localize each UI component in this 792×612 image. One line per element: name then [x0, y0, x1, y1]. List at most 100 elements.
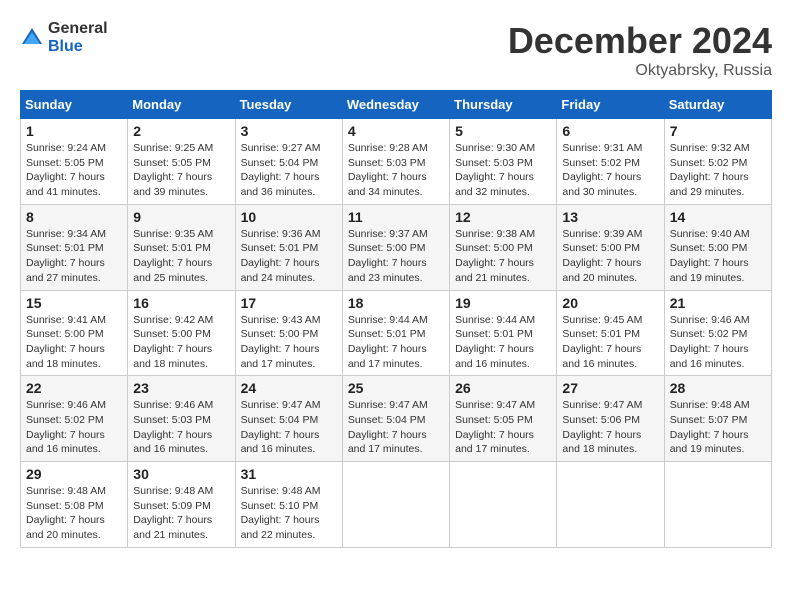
sunrise-label: Sunrise: 9:31 AM [562, 142, 642, 154]
calendar-cell [557, 462, 664, 548]
sunset-label: Sunset: 5:00 PM [26, 328, 104, 340]
day-number: 8 [26, 209, 122, 225]
sunset-label: Sunset: 5:02 PM [562, 157, 640, 169]
sunset-label: Sunset: 5:03 PM [348, 157, 426, 169]
calendar-cell [664, 462, 771, 548]
day-info: Sunrise: 9:44 AM Sunset: 5:01 PM Dayligh… [455, 313, 551, 372]
daylight-label: Daylight: 7 hours [133, 343, 212, 355]
calendar-cell: 11 Sunrise: 9:37 AM Sunset: 5:00 PM Dayl… [342, 204, 449, 290]
sunrise-label: Sunrise: 9:30 AM [455, 142, 535, 154]
daylight-minutes: and 16 minutes. [133, 443, 208, 455]
col-sunday: Sunday [21, 91, 128, 119]
sunrise-label: Sunrise: 9:25 AM [133, 142, 213, 154]
daylight-minutes: and 21 minutes. [455, 272, 530, 284]
calendar-cell: 4 Sunrise: 9:28 AM Sunset: 5:03 PM Dayli… [342, 119, 449, 205]
daylight-label: Daylight: 7 hours [241, 514, 320, 526]
calendar-week-row: 1 Sunrise: 9:24 AM Sunset: 5:05 PM Dayli… [21, 119, 772, 205]
daylight-minutes: and 30 minutes. [562, 186, 637, 198]
calendar-cell: 23 Sunrise: 9:46 AM Sunset: 5:03 PM Dayl… [128, 376, 235, 462]
sunset-label: Sunset: 5:04 PM [241, 414, 319, 426]
sunrise-label: Sunrise: 9:46 AM [26, 399, 106, 411]
daylight-minutes: and 27 minutes. [26, 272, 101, 284]
sunset-label: Sunset: 5:00 PM [562, 242, 640, 254]
sunrise-label: Sunrise: 9:38 AM [455, 228, 535, 240]
month-title: December 2024 [508, 20, 772, 62]
daylight-minutes: and 20 minutes. [562, 272, 637, 284]
day-number: 24 [241, 380, 337, 396]
daylight-label: Daylight: 7 hours [26, 429, 105, 441]
day-info: Sunrise: 9:24 AM Sunset: 5:05 PM Dayligh… [26, 141, 122, 200]
calendar-cell: 22 Sunrise: 9:46 AM Sunset: 5:02 PM Dayl… [21, 376, 128, 462]
day-info: Sunrise: 9:40 AM Sunset: 5:00 PM Dayligh… [670, 227, 766, 286]
sunrise-label: Sunrise: 9:47 AM [455, 399, 535, 411]
sunset-label: Sunset: 5:05 PM [133, 157, 211, 169]
calendar-cell: 8 Sunrise: 9:34 AM Sunset: 5:01 PM Dayli… [21, 204, 128, 290]
col-saturday: Saturday [664, 91, 771, 119]
calendar-cell: 1 Sunrise: 9:24 AM Sunset: 5:05 PM Dayli… [21, 119, 128, 205]
daylight-label: Daylight: 7 hours [26, 171, 105, 183]
calendar-cell: 26 Sunrise: 9:47 AM Sunset: 5:05 PM Dayl… [450, 376, 557, 462]
daylight-minutes: and 18 minutes. [133, 358, 208, 370]
daylight-label: Daylight: 7 hours [670, 343, 749, 355]
daylight-label: Daylight: 7 hours [241, 171, 320, 183]
day-number: 25 [348, 380, 444, 396]
sunset-label: Sunset: 5:05 PM [26, 157, 104, 169]
location: Oktyabrsky, Russia [508, 62, 772, 80]
daylight-label: Daylight: 7 hours [670, 257, 749, 269]
sunset-label: Sunset: 5:01 PM [241, 242, 319, 254]
sunrise-label: Sunrise: 9:44 AM [455, 314, 535, 326]
sunset-label: Sunset: 5:06 PM [562, 414, 640, 426]
calendar-cell: 14 Sunrise: 9:40 AM Sunset: 5:00 PM Dayl… [664, 204, 771, 290]
page-header: General Blue December 2024 Oktyabrsky, R… [20, 20, 772, 80]
daylight-minutes: and 21 minutes. [133, 529, 208, 541]
day-number: 16 [133, 295, 229, 311]
day-info: Sunrise: 9:48 AM Sunset: 5:09 PM Dayligh… [133, 484, 229, 543]
calendar-cell: 7 Sunrise: 9:32 AM Sunset: 5:02 PM Dayli… [664, 119, 771, 205]
sunrise-label: Sunrise: 9:27 AM [241, 142, 321, 154]
sunrise-label: Sunrise: 9:43 AM [241, 314, 321, 326]
calendar-cell: 30 Sunrise: 9:48 AM Sunset: 5:09 PM Dayl… [128, 462, 235, 548]
daylight-minutes: and 24 minutes. [241, 272, 316, 284]
calendar-cell: 19 Sunrise: 9:44 AM Sunset: 5:01 PM Dayl… [450, 290, 557, 376]
sunrise-label: Sunrise: 9:41 AM [26, 314, 106, 326]
calendar-cell [450, 462, 557, 548]
daylight-minutes: and 16 minutes. [26, 443, 101, 455]
sunrise-label: Sunrise: 9:46 AM [670, 314, 750, 326]
daylight-label: Daylight: 7 hours [455, 257, 534, 269]
sunrise-label: Sunrise: 9:48 AM [670, 399, 750, 411]
calendar-week-row: 15 Sunrise: 9:41 AM Sunset: 5:00 PM Dayl… [21, 290, 772, 376]
calendar-cell: 16 Sunrise: 9:42 AM Sunset: 5:00 PM Dayl… [128, 290, 235, 376]
sunset-label: Sunset: 5:07 PM [670, 414, 748, 426]
daylight-label: Daylight: 7 hours [348, 171, 427, 183]
daylight-label: Daylight: 7 hours [562, 343, 641, 355]
logo-text: General Blue [48, 20, 108, 55]
sunset-label: Sunset: 5:02 PM [670, 157, 748, 169]
day-number: 31 [241, 466, 337, 482]
calendar-cell: 3 Sunrise: 9:27 AM Sunset: 5:04 PM Dayli… [235, 119, 342, 205]
day-info: Sunrise: 9:39 AM Sunset: 5:00 PM Dayligh… [562, 227, 658, 286]
daylight-label: Daylight: 7 hours [348, 343, 427, 355]
day-number: 28 [670, 380, 766, 396]
daylight-label: Daylight: 7 hours [241, 343, 320, 355]
day-info: Sunrise: 9:41 AM Sunset: 5:00 PM Dayligh… [26, 313, 122, 372]
day-info: Sunrise: 9:38 AM Sunset: 5:00 PM Dayligh… [455, 227, 551, 286]
calendar-cell: 17 Sunrise: 9:43 AM Sunset: 5:00 PM Dayl… [235, 290, 342, 376]
sunrise-label: Sunrise: 9:39 AM [562, 228, 642, 240]
day-number: 30 [133, 466, 229, 482]
daylight-minutes: and 19 minutes. [670, 272, 745, 284]
logo-blue: Blue [48, 38, 108, 56]
sunset-label: Sunset: 5:02 PM [26, 414, 104, 426]
day-number: 23 [133, 380, 229, 396]
daylight-minutes: and 17 minutes. [241, 358, 316, 370]
calendar-cell: 21 Sunrise: 9:46 AM Sunset: 5:02 PM Dayl… [664, 290, 771, 376]
day-info: Sunrise: 9:25 AM Sunset: 5:05 PM Dayligh… [133, 141, 229, 200]
day-info: Sunrise: 9:48 AM Sunset: 5:08 PM Dayligh… [26, 484, 122, 543]
day-number: 21 [670, 295, 766, 311]
sunset-label: Sunset: 5:05 PM [455, 414, 533, 426]
logo-icon [20, 26, 44, 50]
calendar-cell [342, 462, 449, 548]
daylight-minutes: and 18 minutes. [26, 358, 101, 370]
daylight-minutes: and 22 minutes. [241, 529, 316, 541]
daylight-minutes: and 17 minutes. [455, 443, 530, 455]
sunset-label: Sunset: 5:01 PM [133, 242, 211, 254]
